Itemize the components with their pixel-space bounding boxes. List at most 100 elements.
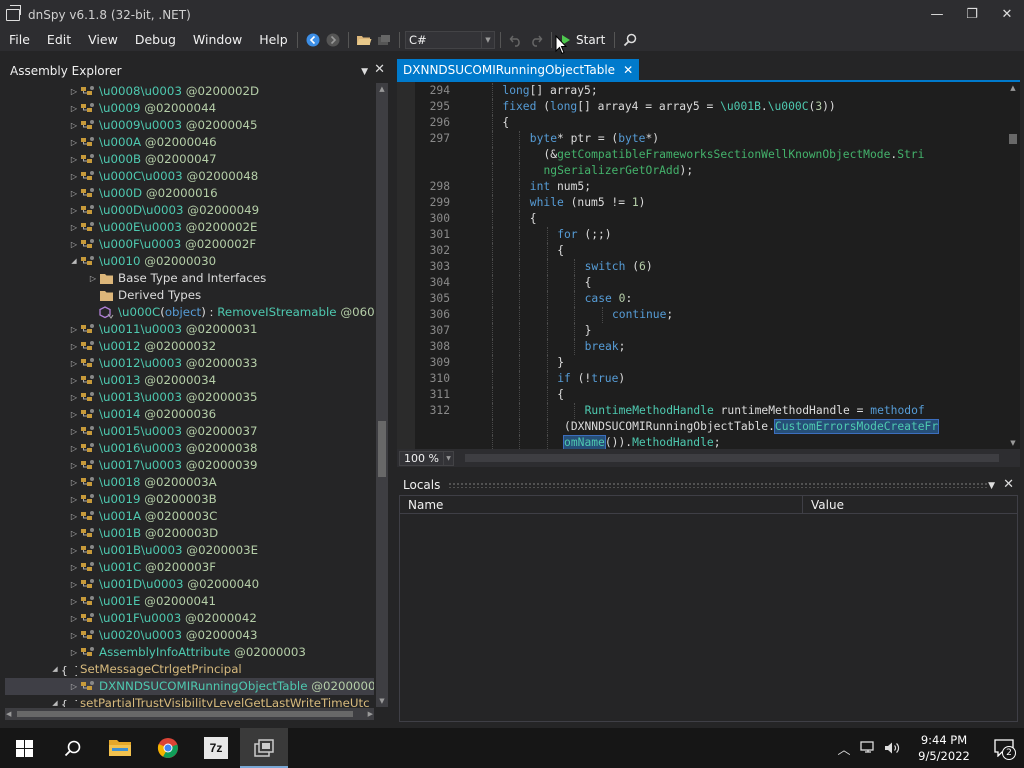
tree-vertical-scrollbar[interactable]: ▲ ▼ — [376, 83, 388, 707]
tree-expand-icon[interactable]: ▷ — [69, 389, 79, 406]
panel-menu-button[interactable]: ▼ — [361, 63, 368, 77]
tree-expand-icon[interactable]: ▷ — [69, 593, 79, 610]
redo-button[interactable] — [526, 30, 546, 50]
menu-file[interactable]: File — [0, 29, 38, 51]
code-token[interactable]: RuntimeMethodHandle — [585, 404, 714, 417]
tree-type-node[interactable]: ▷ \u0012\u0003 @02000033 — [5, 355, 374, 372]
scroll-up-icon[interactable]: ▲ — [1006, 82, 1020, 94]
tree-expand-icon[interactable]: ▷ — [69, 134, 79, 151]
tree-expand-icon[interactable]: ▷ — [69, 457, 79, 474]
minimize-button[interactable]: — — [920, 0, 954, 29]
tree-type-node[interactable]: ▷ \u001C @0200003F — [5, 559, 374, 576]
code-token[interactable]: \u000C — [768, 100, 809, 113]
tree-folder-node[interactable]: ▷ Base Type and Interfaces — [5, 270, 374, 287]
taskbar-chrome[interactable] — [144, 728, 192, 768]
tree-type-node[interactable]: ▷ \u0019 @0200003B — [5, 491, 374, 508]
tree-expand-icon[interactable]: ▷ — [69, 474, 79, 491]
menu-view[interactable]: View — [79, 29, 126, 51]
locals-drag-handle[interactable] — [448, 481, 989, 488]
code-token[interactable]: MethodHandle — [632, 436, 714, 449]
taskbar-clock[interactable]: 9:44 PM 9/5/2022 — [904, 732, 984, 764]
taskbar-7zip[interactable]: 7z — [192, 728, 240, 768]
tree-type-node[interactable]: ▷ DXNNDSUCOMIRunningObjectTable @02000006 — [5, 678, 374, 695]
tree-type-node[interactable]: ▷ \u0020\u0003 @02000043 — [5, 627, 374, 644]
menu-edit[interactable]: Edit — [38, 29, 79, 51]
code-token[interactable]: getCompatibleFrameworksSectionWellKnownO… — [557, 148, 890, 161]
taskbar-file-explorer[interactable] — [96, 728, 144, 768]
volume-button[interactable] — [880, 728, 904, 768]
tree-expand-icon[interactable]: ▷ — [69, 525, 79, 542]
tree-type-node[interactable]: ▷ \u0008\u0003 @0200002D — [5, 83, 374, 100]
tree-vscroll-thumb[interactable] — [378, 421, 386, 477]
tree-type-node[interactable]: ▷ \u001B\u0003 @0200003E — [5, 542, 374, 559]
scroll-down-icon[interactable]: ▼ — [376, 695, 388, 707]
tree-namespace-node[interactable]: ◢{ }setPartialTrustVisibilityLevelGetLas… — [5, 695, 374, 707]
taskbar-search-button[interactable] — [48, 728, 96, 768]
tree-type-node[interactable]: ▷ \u000E\u0003 @0200002E — [5, 219, 374, 236]
tree-horizontal-scrollbar[interactable]: ◀ ▶ — [5, 708, 374, 720]
close-button[interactable]: ✕ — [990, 0, 1024, 29]
tree-expand-icon[interactable]: ▷ — [69, 151, 79, 168]
tree-expand-icon[interactable]: ▷ — [69, 644, 79, 661]
tree-type-node[interactable]: ▷ \u0015\u0003 @02000037 — [5, 423, 374, 440]
editor-vertical-scrollbar[interactable]: ▲ ▼ — [1006, 82, 1020, 449]
tree-expand-icon[interactable]: ▷ — [69, 627, 79, 644]
tree-folder-node[interactable]: Derived Types — [5, 287, 374, 304]
tree-type-node[interactable]: ▷ \u0012 @02000032 — [5, 338, 374, 355]
start-menu-button[interactable] — [0, 728, 48, 768]
tree-expand-icon[interactable]: ▷ — [69, 542, 79, 559]
language-select[interactable]: C# ▼ — [405, 31, 495, 49]
tree-expand-icon[interactable]: ▷ — [69, 355, 79, 372]
open-button[interactable] — [354, 30, 374, 50]
tree-expand-icon[interactable]: ▷ — [69, 338, 79, 355]
tree-expand-icon[interactable]: ▷ — [69, 508, 79, 525]
tree-expand-icon[interactable]: ▷ — [69, 406, 79, 423]
tree-type-node[interactable]: ▷ \u000D @02000016 — [5, 185, 374, 202]
taskbar-dnspy[interactable] — [240, 728, 288, 768]
menu-debug[interactable]: Debug — [126, 29, 184, 51]
tree-type-node[interactable]: ▷ \u0013 @02000034 — [5, 372, 374, 389]
tree-expand-icon[interactable]: ▷ — [69, 372, 79, 389]
column-header-name[interactable]: Name — [400, 496, 803, 513]
panel-menu-button[interactable]: ▼ — [988, 477, 995, 492]
tree-collapse-icon[interactable]: ◢ — [69, 253, 79, 270]
tree-type-node[interactable]: ▷ \u0014 @02000036 — [5, 406, 374, 423]
tree-method-node[interactable]: \u000C(object) : RemoveIStreamable @0600… — [5, 304, 374, 321]
tree-expand-icon[interactable]: ▷ — [69, 219, 79, 236]
network-button[interactable] — [856, 728, 880, 768]
locals-grid[interactable]: Name Value — [399, 495, 1018, 722]
tree-expand-icon[interactable]: ▷ — [69, 202, 79, 219]
tab-dxnndsucomirunningobjecttable[interactable]: DXNNDSUCOMIRunningObjectTable ✕ — [397, 59, 640, 80]
tree-type-node[interactable]: ▷ \u0009 @02000044 — [5, 100, 374, 117]
tree-type-node[interactable]: ▷ \u0009\u0003 @02000045 — [5, 117, 374, 134]
tree-type-node[interactable]: ◢ \u0010 @02000030 — [5, 253, 374, 270]
tree-expand-icon[interactable]: ▷ — [69, 236, 79, 253]
navigate-back-button[interactable] — [303, 30, 323, 50]
tree-type-node[interactable]: ▷ \u000A @02000046 — [5, 134, 374, 151]
scroll-right-icon[interactable]: ▶ — [368, 708, 373, 720]
tree-type-node[interactable]: ▷ \u001B @0200003D — [5, 525, 374, 542]
code-token[interactable]: CustomErrorsModeCreateFr — [773, 419, 940, 434]
tree-type-node[interactable]: ▷ \u001F\u0003 @02000042 — [5, 610, 374, 627]
maximize-button[interactable]: ❐ — [955, 0, 989, 29]
undo-button[interactable] — [506, 30, 526, 50]
show-hidden-icons-button[interactable]: ︿ — [832, 728, 856, 768]
tree-type-node[interactable]: ▷ \u000B @02000047 — [5, 151, 374, 168]
panel-close-button[interactable]: ✕ — [1003, 477, 1014, 492]
navigate-forward-button[interactable] — [323, 30, 343, 50]
assembly-tree[interactable]: ▷ \u0008\u0003 @0200002D ▷ \u0009 @02000044… — [5, 83, 374, 707]
menu-window[interactable]: Window — [184, 29, 250, 51]
code-token[interactable]: Stri — [897, 148, 924, 161]
tree-type-node[interactable]: ▷ \u0011\u0003 @02000031 — [5, 321, 374, 338]
tree-type-node[interactable]: ▷ \u0013\u0003 @02000035 — [5, 389, 374, 406]
tree-expand-icon[interactable]: ▷ — [69, 610, 79, 627]
tree-expand-icon[interactable]: ▷ — [69, 117, 79, 134]
tree-type-node[interactable]: ▷ \u001D\u0003 @02000040 — [5, 576, 374, 593]
tree-expand-icon[interactable]: ▷ — [69, 678, 79, 695]
editor-horizontal-scrollbar[interactable] — [465, 454, 999, 462]
tree-type-node[interactable]: ▷ \u000C\u0003 @02000048 — [5, 168, 374, 185]
code-token[interactable]: ngSerializerGetOrAdd — [544, 164, 680, 177]
tree-expand-icon[interactable]: ▷ — [69, 491, 79, 508]
column-header-value[interactable]: Value — [803, 496, 844, 513]
scroll-up-icon[interactable]: ▲ — [376, 83, 388, 95]
